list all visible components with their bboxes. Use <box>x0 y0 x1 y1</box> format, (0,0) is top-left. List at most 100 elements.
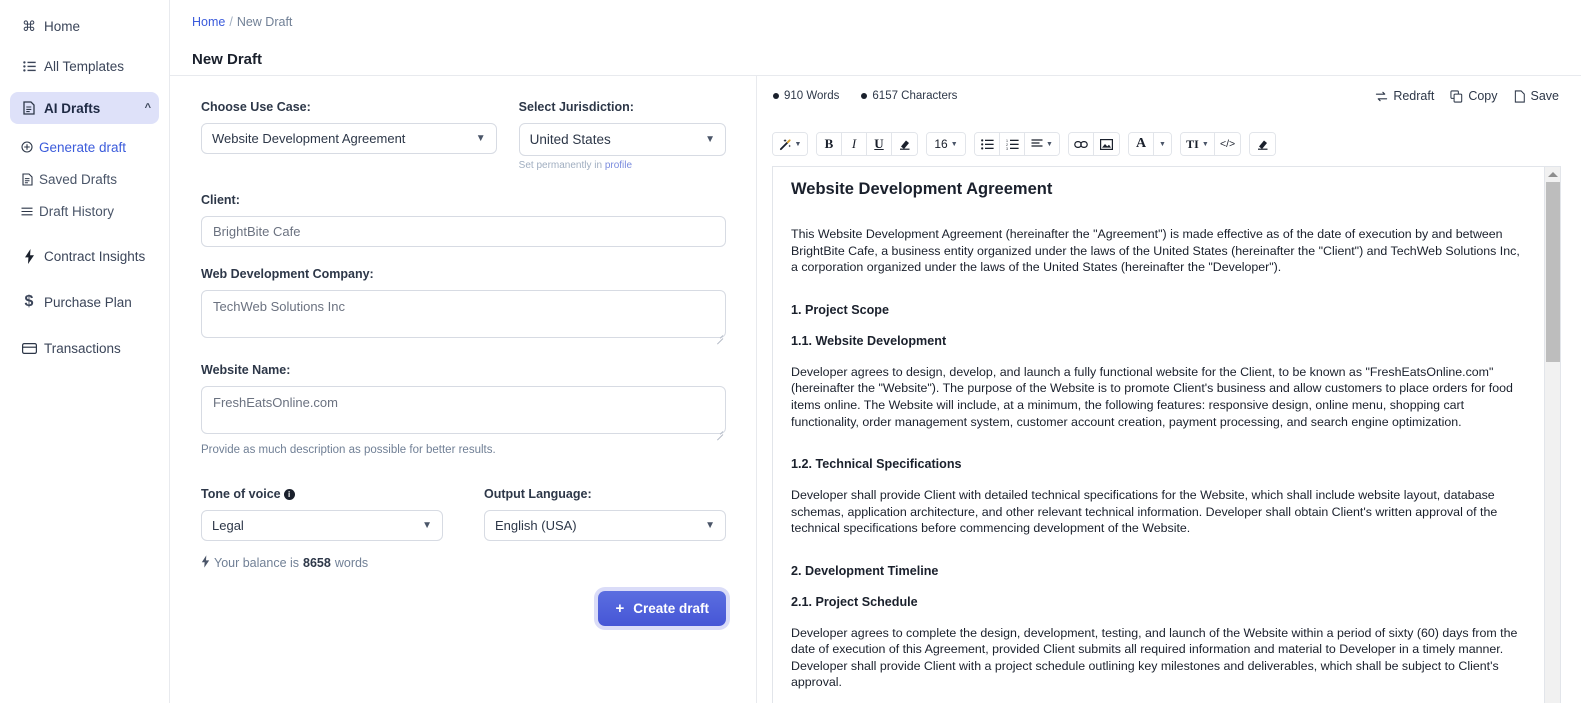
italic-button[interactable]: I <box>842 133 867 155</box>
document-blocks: This Website Development Agreement (here… <box>791 226 1530 691</box>
jurisdiction-label: Select Jurisdiction: <box>518 100 634 114</box>
sidebar-subitem-label: Saved Drafts <box>39 171 118 187</box>
tone-label: Tone of voice i <box>201 487 443 501</box>
document-title: Website Development Agreement <box>791 180 1053 198</box>
editor-actions: Redraft Copy Save <box>1375 89 1559 103</box>
website-textarea[interactable] <box>201 386 726 434</box>
sidebar-item-label: AI Drafts <box>44 100 101 116</box>
chevron-down-icon: ▼ <box>475 133 486 144</box>
copy-label: Copy <box>1468 89 1498 103</box>
website-group: Website Name: Provide as much descriptio… <box>201 363 726 456</box>
company-textarea[interactable] <box>201 290 726 338</box>
language-select[interactable]: English (USA) ▼ <box>484 510 726 541</box>
text-style-button[interactable]: TI ▼ <box>1180 133 1215 155</box>
document-heading: 2.1. Project Schedule <box>791 594 918 609</box>
redraft-label: Redraft <box>1393 89 1435 103</box>
word-count: 910 Words <box>773 90 839 102</box>
balance-prefix: Your balance is <box>214 556 300 570</box>
sidebar-item-label: Home <box>44 18 81 34</box>
document-spacer <box>791 444 1530 456</box>
company-group: Web Development Company: <box>201 267 726 343</box>
menu-lines-icon <box>18 207 36 216</box>
bullet-dot-icon <box>861 93 868 99</box>
profile-link[interactable]: profile <box>605 160 632 171</box>
company-textarea-wrap <box>201 290 726 343</box>
client-input[interactable] <box>201 216 726 247</box>
font-color-dropdown[interactable]: ▼ <box>1154 133 1171 155</box>
document-paragraph: Developer shall provide Client with deta… <box>791 488 1498 536</box>
word-count-label: 910 Words <box>784 90 840 102</box>
balance-suffix: words <box>334 556 369 570</box>
copy-icon <box>1450 89 1463 103</box>
toolbar-group-text: TI ▼ </> <box>1179 132 1242 156</box>
redraft-button[interactable]: Redraft <box>1375 89 1434 103</box>
copy-button[interactable]: Copy <box>1450 89 1498 103</box>
page-title: New Draft <box>192 51 263 68</box>
numbered-list-icon[interactable]: 1 2 3 <box>1000 133 1025 155</box>
jurisdiction-select[interactable]: United States ▼ <box>518 123 726 156</box>
underline-button[interactable]: U <box>867 133 892 155</box>
save-label: Save <box>1530 89 1560 103</box>
document-scrollbar[interactable] <box>1544 167 1560 703</box>
use-case-select[interactable]: Website Development Agreement ▼ <box>201 123 497 154</box>
draft-form-panel: Choose Use Case: Website Development Agr… <box>170 76 757 703</box>
sidebar-item-transactions[interactable]: Transactions <box>10 332 159 364</box>
breadcrumb: Home / New Draft <box>192 15 292 29</box>
font-size-select[interactable]: 16 ▼ <box>927 133 965 155</box>
toolbar-group-format: B I U <box>816 132 918 156</box>
jurisdiction-group: Select Jurisdiction: United States ▼ Set… <box>518 100 726 171</box>
toolbar-group-size: 16 ▼ <box>926 132 966 156</box>
toolbar-group-color: A ▼ <box>1128 132 1172 156</box>
document-paragraph: This Website Development Agreement (here… <box>791 227 1520 275</box>
sidebar-item-ai-drafts[interactable]: AI Drafts ^ <box>10 92 159 124</box>
document-heading: 2. Development Timeline <box>791 563 939 578</box>
info-icon[interactable]: i <box>283 489 295 500</box>
breadcrumb-home-link[interactable]: Home <box>192 15 225 29</box>
website-textarea-wrap <box>201 386 726 439</box>
create-draft-button[interactable]: + Create draft <box>598 591 726 626</box>
toolbar-group-clear <box>1249 132 1277 156</box>
sidebar-item-contract-insights[interactable]: Contract Insights <box>10 240 159 272</box>
sidebar-item-draft-history[interactable]: Draft History <box>18 198 159 224</box>
editor-panel: 910 Words 6157 Characters Redraft Copy S… <box>757 76 1581 703</box>
sidebar-item-home[interactable]: ⌘ Home <box>10 10 159 42</box>
sidebar-item-purchase-plan[interactable]: $ Purchase Plan <box>10 286 159 318</box>
form-row-bottom: Tone of voice i Legal ▼ Output Language: … <box>201 487 726 541</box>
scrollbar-thumb[interactable] <box>1546 182 1560 362</box>
eraser-icon[interactable] <box>1250 133 1276 155</box>
scroll-up-arrow-icon[interactable] <box>1547 172 1558 177</box>
body-row: Choose Use Case: Website Development Agr… <box>170 76 1581 703</box>
command-icon: ⌘ <box>22 17 36 34</box>
chevron-down-icon: ▼ <box>1201 140 1209 148</box>
document-heading: 1.1. Website Development <box>791 333 947 348</box>
sidebar-item-saved-drafts[interactable]: Saved Drafts <box>18 166 159 192</box>
jurisdiction-value: United States <box>529 132 611 147</box>
client-label: Client: <box>201 193 240 207</box>
link-icon[interactable] <box>1069 133 1094 155</box>
tone-select[interactable]: Legal ▼ <box>201 510 443 541</box>
balance-row: Your balance is 8658 words <box>201 555 726 571</box>
document-editor[interactable]: Website Development Agreement This Websi… <box>772 166 1561 703</box>
image-icon[interactable] <box>1094 133 1119 155</box>
bold-button[interactable]: B <box>817 133 842 155</box>
save-button[interactable]: Save <box>1514 89 1560 103</box>
code-button[interactable]: </> <box>1214 133 1241 155</box>
document-heading: 1. Project Scope <box>791 302 889 317</box>
jurisdiction-hint: Set permanently in profile <box>519 160 726 171</box>
magic-wand-icon[interactable]: ▼ <box>773 133 807 155</box>
sidebar-item-generate-draft[interactable]: Generate draft <box>18 134 159 160</box>
bullet-list-icon[interactable] <box>975 133 1000 155</box>
highlight-icon[interactable] <box>892 133 917 155</box>
align-icon[interactable]: ▼ <box>1025 133 1059 155</box>
chevron-down-icon: ▼ <box>950 140 958 148</box>
editor-stats: 910 Words 6157 Characters <box>773 90 957 102</box>
bolt-icon <box>201 555 210 571</box>
character-count: 6157 Characters <box>861 90 957 102</box>
language-value: English (USA) <box>495 518 577 533</box>
use-case-label: Choose Use Case: <box>201 100 311 114</box>
chevron-up-icon[interactable]: ^ <box>145 102 151 114</box>
document-content[interactable]: Website Development Agreement This Websi… <box>773 167 1544 703</box>
chevron-down-icon: ▼ <box>794 140 802 148</box>
sidebar-item-all-templates[interactable]: All Templates <box>10 50 159 82</box>
font-color-button[interactable]: A <box>1129 133 1154 155</box>
